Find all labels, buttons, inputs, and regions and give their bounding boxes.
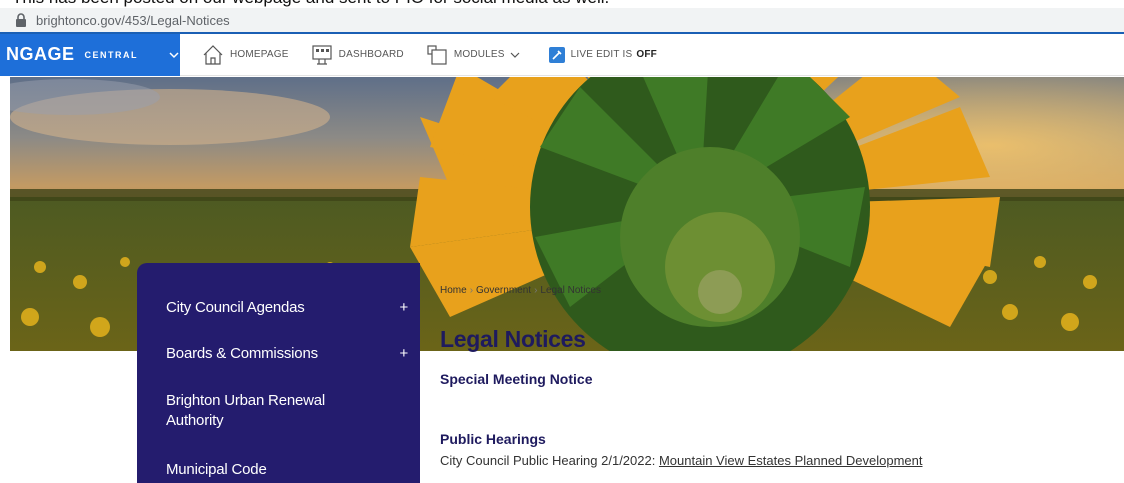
address-bar[interactable]: brightonco.gov/453/Legal-Notices	[0, 8, 1124, 32]
sidebar-item-city-council-agendas[interactable]: City Council Agendas +	[166, 298, 408, 318]
lock-icon	[16, 13, 26, 27]
main-content: Home › Government › Legal Notices Legal Noti…	[440, 263, 1124, 483]
url-text: brightonco.gov/453/Legal-Notices	[36, 12, 230, 28]
sidebar-item-boards-commissions[interactable]: Boards & Commissions +	[166, 344, 408, 364]
special-meeting-notice: Special Meeting Notice	[440, 371, 593, 387]
expand-plus-icon[interactable]: +	[399, 344, 408, 364]
sidebar-item-municipal-code[interactable]: Municipal Code	[166, 460, 408, 480]
dashboard-label: DASHBOARD	[338, 49, 404, 60]
breadcrumb: Home › Government › Legal Notices	[440, 285, 601, 296]
live-edit-label: LIVE EDIT IS	[570, 49, 633, 60]
breadcrumb-current: Legal Notices	[540, 285, 601, 296]
brand-menu[interactable]: NGAGE CENTRAL	[0, 33, 180, 76]
sidebar-item-label: Municipal Code	[166, 461, 267, 478]
breadcrumb-separator: ›	[469, 285, 474, 296]
live-edit-state: OFF	[636, 49, 657, 60]
live-edit-toggle[interactable]: LIVE EDIT IS OFF	[548, 34, 657, 76]
cms-toolbar: NGAGE CENTRAL HOMEPAGE DASHBOARD MODULES	[0, 33, 1124, 76]
sidebar-item-label: Brighton Urban Renewal Authority	[166, 392, 326, 429]
dashboard-icon	[312, 44, 332, 65]
breadcrumb-home[interactable]: Home	[440, 285, 467, 296]
public-hearing-entry: City Council Public Hearing 2/1/2022: Mo…	[440, 453, 923, 468]
homepage-link[interactable]: HOMEPAGE	[202, 34, 289, 76]
page-title: Legal Notices	[440, 326, 586, 352]
live-edit-icon	[548, 46, 565, 63]
breadcrumb-government[interactable]: Government	[476, 285, 531, 296]
modules-menu[interactable]: MODULES	[426, 34, 527, 76]
caption-text: This has been posted on our webpage and …	[12, 0, 609, 8]
homepage-label: HOMEPAGE	[230, 49, 289, 60]
breadcrumb-separator: ›	[534, 285, 538, 296]
hearing-prefix: City Council Public Hearing 2/1/2022:	[440, 453, 656, 468]
brand-name: NGAGE	[6, 44, 75, 64]
sidebar-item-urban-renewal[interactable]: Brighton Urban Renewal Authority	[166, 391, 356, 431]
home-icon	[203, 44, 223, 65]
sidebar-item-label: Boards & Commissions	[166, 345, 318, 362]
public-hearings-heading: Public Hearings	[440, 431, 546, 447]
chevron-down-icon	[169, 51, 179, 58]
brand-sub: CENTRAL	[84, 49, 139, 60]
hearing-link[interactable]: Mountain View Estates Planned Developmen…	[659, 453, 923, 468]
sidebar-nav: City Council Agendas + Boards & Commissi…	[137, 263, 420, 483]
dashboard-link[interactable]: DASHBOARD	[311, 34, 404, 76]
modules-icon	[427, 44, 447, 65]
sidebar-item-label: City Council Agendas	[166, 299, 305, 316]
expand-plus-icon[interactable]: +	[399, 298, 408, 318]
chevron-down-icon	[510, 52, 520, 58]
modules-label: MODULES	[453, 49, 505, 60]
